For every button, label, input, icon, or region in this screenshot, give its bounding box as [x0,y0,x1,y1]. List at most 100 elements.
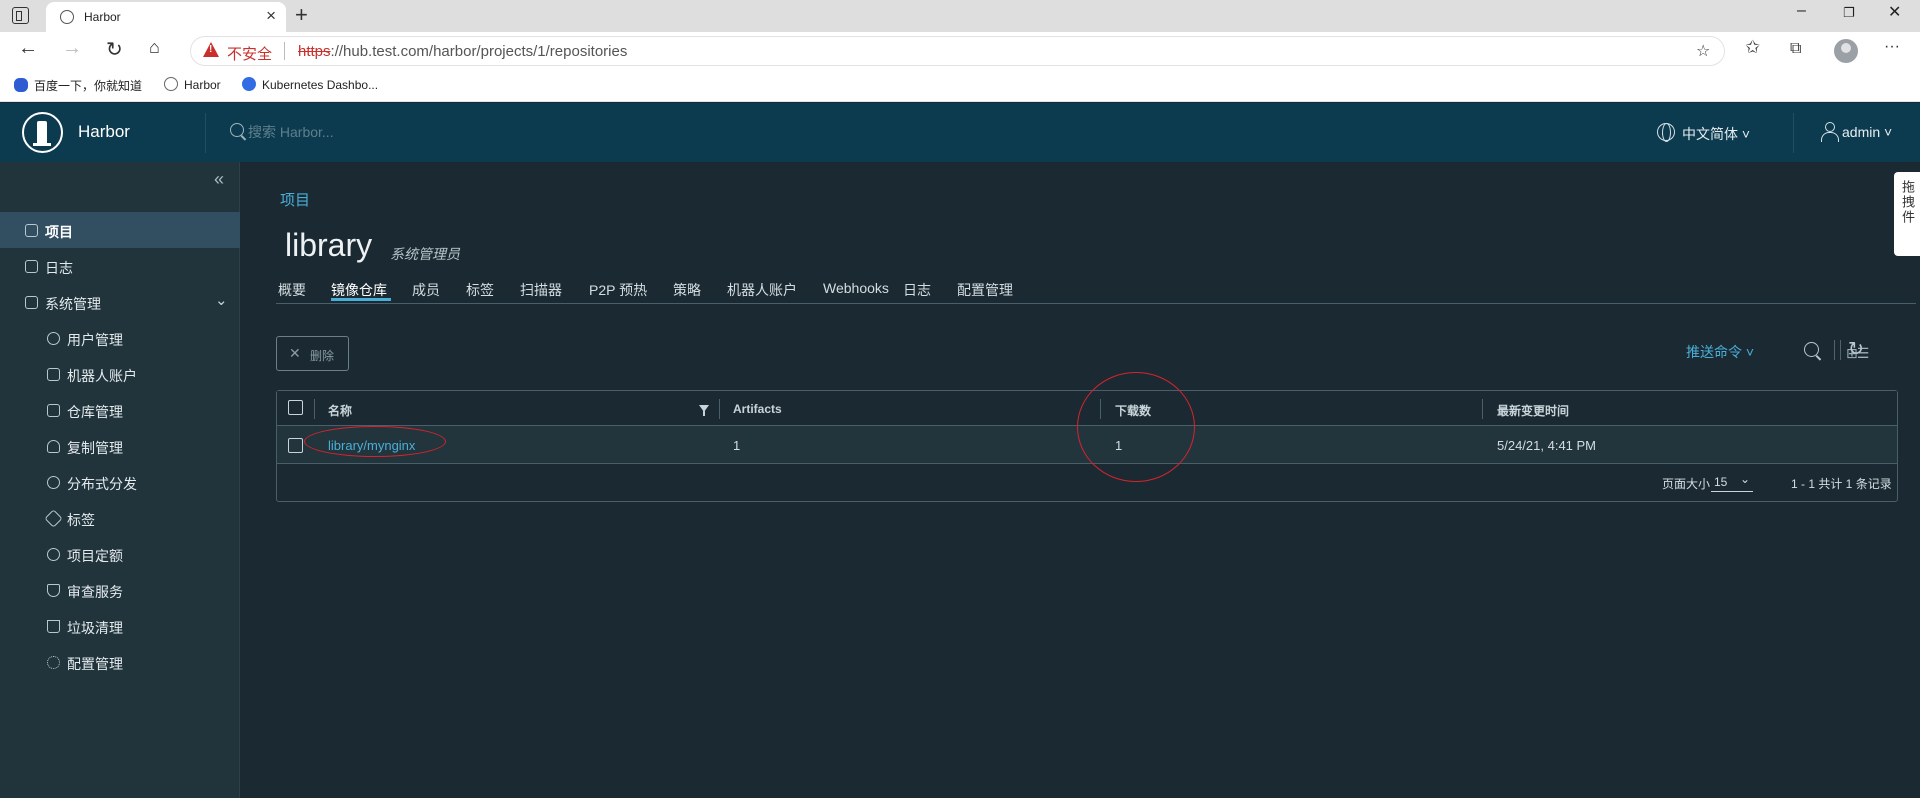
projects-icon [25,224,38,237]
new-tab-icon[interactable]: + [295,2,308,28]
sidebar-item-replications[interactable]: 复制管理 [0,428,240,464]
sidebar-item-quotas[interactable]: 项目定额 [0,536,240,572]
sidebar-item-gc[interactable]: 垃圾清理 [0,608,240,644]
tab-summary[interactable]: 概要 [278,280,306,300]
sidebar-item-users[interactable]: 用户管理 [0,320,240,356]
url-separator [284,42,285,60]
sidebar: « 项目 日志 系统管理 ⌄ 用户管理 机器人账户 仓库管理 复制管理 分布式分… [0,162,240,798]
chevron-down-icon[interactable]: ⌄ [215,291,228,309]
side-tab-label: 拖拽件 [1900,180,1915,225]
sidebar-item-registries[interactable]: 仓库管理 [0,392,240,428]
main-content: 项目 library 系统管理员 概要 镜像仓库 成员 标签 扫描器 P2P 预… [241,162,1920,798]
minimize-icon[interactable]: – [1797,2,1806,20]
select-all-checkbox[interactable] [288,400,303,415]
sidebar-item-label: 垃圾清理 [67,620,123,636]
sidebar-item-robot-accounts[interactable]: 机器人账户 [0,356,240,392]
tab-labels[interactable]: 标签 [466,280,494,300]
tab-webhooks[interactable]: Webhooks [823,280,889,296]
sidebar-item-labels[interactable]: 标签 [0,500,240,536]
sidebar-item-admin[interactable]: 系统管理 ⌄ [0,284,240,320]
sidebar-item-label: 配置管理 [67,656,123,672]
close-window-icon[interactable]: ✕ [1888,2,1901,22]
tab-scanner[interactable]: 扫描器 [520,280,562,300]
sidebar-item-label: 仓库管理 [67,404,123,420]
bookmark-kubernetes[interactable]: Kubernetes Dashbo... [242,77,378,92]
reload-icon[interactable]: ↻ [106,37,123,62]
tab-robot-accounts[interactable]: 机器人账户 [727,280,797,300]
trash-icon [47,620,60,633]
logs-icon [25,260,38,273]
column-divider [1482,399,1483,419]
project-tabs: 概要 镜像仓库 成员 标签 扫描器 P2P 预热 策略 机器人账户 Webhoo… [276,275,1916,304]
sidebar-item-label: 项目 [45,224,73,240]
gear-icon [47,656,60,669]
tab-repositories[interactable]: 镜像仓库 [331,280,387,300]
sidebar-item-label: 机器人账户 [67,368,137,384]
address-bar[interactable]: 不安全 https://hub.test.com/harbor/projects… [190,36,1725,66]
artifacts-count: 1 [733,438,741,453]
bookmark-label: Harbor [184,78,221,92]
filter-icon[interactable] [699,405,709,416]
sidebar-item-logs[interactable]: 日志 [0,248,240,284]
restore-icon[interactable]: ❐ [1843,5,1855,21]
collections-icon[interactable]: ⧉ [1790,40,1801,58]
row-checkbox[interactable] [288,438,303,453]
page-size-label: 页面大小 [1662,477,1711,491]
warning-icon [203,42,219,57]
page-size-value: 15 [1714,475,1728,489]
bookmark-label: 百度一下，你就知道 [34,79,143,93]
bookmark-harbor[interactable]: Harbor [164,77,221,92]
sidebar-item-label: 标签 [67,512,95,528]
sidebar-item-projects[interactable]: 项目 [0,212,240,248]
language-dropdown[interactable]: 中文简体 ˅ [1682,124,1750,144]
browser-tab-bar: Harbor × + – ❐ ✕ [0,0,1920,32]
column-last-modified[interactable]: 最新变更时间 [1497,402,1569,419]
breadcrumb[interactable]: 项目 [280,189,310,210]
tab-logs[interactable]: 日志 [903,280,931,300]
harbor-logo-icon[interactable] [22,112,63,153]
tab-members[interactable]: 成员 [412,280,440,300]
header-divider [1793,113,1794,153]
replication-icon [47,440,60,453]
sidebar-item-label: 复制管理 [67,440,123,456]
side-drag-tab[interactable]: 拖拽件 [1894,172,1920,256]
sidebar-item-label: 用户管理 [67,332,123,348]
refresh-icon[interactable]: ↻ [1848,338,1864,361]
delete-button[interactable]: ✕ 删除 [276,336,349,371]
sidebar-item-label: 项目定额 [67,548,123,564]
tab-policy[interactable]: 策略 [673,280,701,300]
tab-actions-icon[interactable] [12,7,29,24]
column-name[interactable]: 名称 [328,402,352,419]
app-name[interactable]: Harbor [78,122,130,142]
browser-tab[interactable]: Harbor × [46,2,286,32]
sidebar-item-distribution[interactable]: 分布式分发 [0,464,240,500]
tab-p2p-preheat[interactable]: P2P 预热 [589,280,647,300]
sidebar-item-config[interactable]: 配置管理 [0,644,240,680]
tab-configuration[interactable]: 配置管理 [957,280,1013,300]
search-icon [230,123,244,137]
user-menu[interactable]: admin ˅ [1842,124,1892,140]
search-icon[interactable] [1804,342,1819,357]
favorites-icon[interactable]: ✩ [1745,37,1760,58]
tag-icon [44,509,63,528]
search-input[interactable] [248,121,548,143]
profile-avatar[interactable] [1834,39,1858,63]
sidebar-item-label: 日志 [45,260,73,276]
tab-close-icon[interactable]: × [266,6,276,26]
forward-icon[interactable]: → [62,37,82,60]
bookmark-baidu[interactable]: 百度一下，你就知道 [14,77,142,94]
table-footer: 页面大小 15 ⌄ 1 - 1 共计 1 条记录 [277,464,1897,502]
collapse-sidebar-icon[interactable]: « [214,169,224,190]
distribution-icon [47,476,60,489]
push-command-dropdown[interactable]: 推送命令 ˅ [1686,342,1754,362]
favorite-star-icon[interactable]: ☆ [1696,41,1710,61]
harbor-favicon-icon [60,10,74,24]
home-icon[interactable]: ⌂ [149,37,160,58]
page-size-select[interactable]: 15 ⌄ [1711,472,1753,492]
sidebar-item-interrogation[interactable]: 审查服务 [0,572,240,608]
url-text[interactable]: https://hub.test.com/harbor/projects/1/r… [298,43,627,60]
close-icon: ✕ [289,345,301,361]
column-artifacts[interactable]: Artifacts [733,402,782,416]
more-menu-icon[interactable]: ··· [1884,38,1900,56]
back-icon[interactable]: ← [18,37,38,60]
